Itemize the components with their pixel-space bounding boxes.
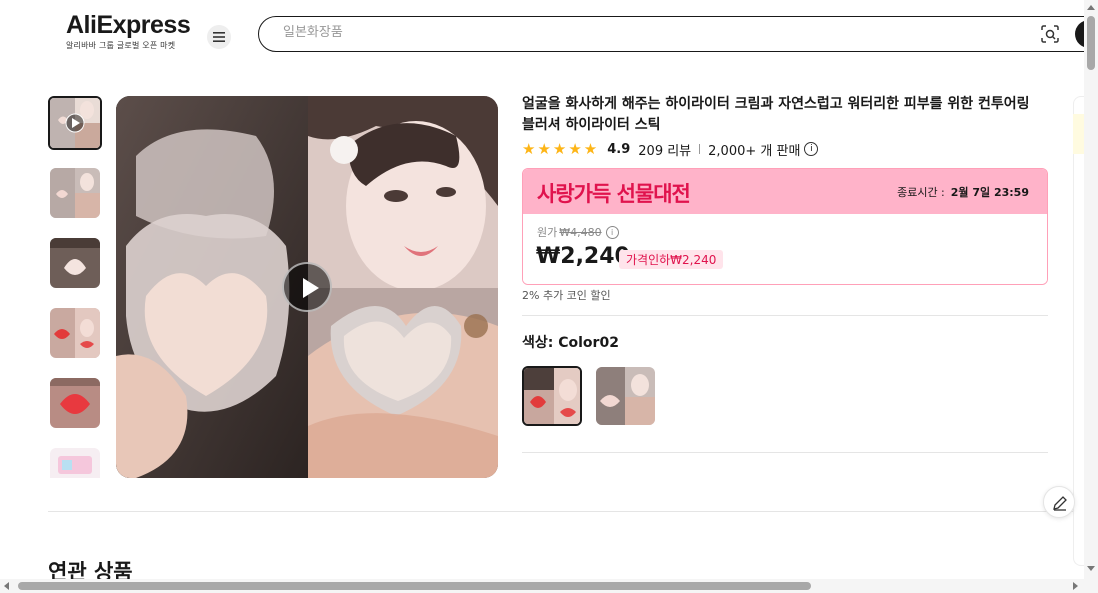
promo-end-label: 종료시간 : [897, 186, 945, 199]
divider [48, 511, 1074, 512]
thumbnail-image-3[interactable] [50, 238, 100, 288]
discount-badge: 가격인하₩2,240 [619, 250, 724, 269]
swatch-image [524, 368, 580, 424]
thumbnail-image [50, 308, 100, 358]
rating-value: 4.9 [607, 141, 631, 157]
coin-discount-text: 2% 추가 코인 할인 [522, 289, 611, 302]
logo-tagline: 알리바바 그룹 글로벌 오픈 마켓 [66, 41, 176, 50]
original-price: ₩4,480 [559, 225, 602, 239]
scroll-left-arrow[interactable] [4, 582, 9, 590]
promo-banner: 사랑가득 선물대전 종료시간 : 2월 7일 23:59 [523, 169, 1047, 214]
original-price-label: 원가 [537, 226, 558, 239]
color-swatch[interactable] [596, 367, 655, 425]
color-option-label: 색상: Color02 [522, 335, 619, 351]
play-video-button[interactable] [282, 262, 332, 312]
aliexpress-logo[interactable]: AliExpress 알리바바 그룹 글로벌 오픈 마켓 [66, 11, 191, 51]
scrollbar-thumb[interactable] [18, 582, 811, 590]
thumbnail-image-6[interactable] [50, 448, 100, 478]
scroll-right-arrow[interactable] [1073, 582, 1078, 590]
star-rating-icon: ★★★★★ [522, 140, 600, 158]
thumbnail-image [50, 448, 100, 478]
rating-row: ★★★★★ 4.9 209 리뷰 2,000+ 개 판매 i [522, 140, 819, 159]
divider [699, 144, 701, 154]
site-header: AliExpress 알리바바 그룹 글로벌 오픈 마켓 [0, 0, 1098, 70]
promo-price-box: 사랑가득 선물대전 종료시간 : 2월 7일 23:59 원가 ₩4,480 i … [522, 168, 1048, 285]
sold-count: 2,000+ 개 판매 [708, 143, 801, 159]
main-product-image[interactable] [116, 96, 498, 478]
thumbnail-image-5[interactable] [50, 378, 100, 428]
color-swatch-selected[interactable] [522, 366, 582, 426]
price-section: 원가 ₩4,480 i ₩2,240 가격인하₩2,240 [523, 214, 1047, 284]
hamburger-icon [213, 32, 225, 42]
scroll-up-arrow[interactable] [1087, 5, 1095, 10]
horizontal-scrollbar[interactable] [0, 579, 1084, 593]
vertical-scrollbar[interactable] [1084, 0, 1098, 593]
original-price-row: 원가 ₩4,480 i [537, 224, 619, 240]
thumbnail-image [50, 98, 100, 148]
scroll-down-arrow[interactable] [1087, 566, 1095, 571]
swatch-image [596, 367, 655, 425]
info-icon[interactable]: i [605, 225, 619, 239]
promo-end-time: 종료시간 : 2월 7일 23:59 [897, 184, 1029, 200]
thumbnail-image [50, 168, 100, 218]
thumbnail-image [50, 238, 100, 288]
thumbnail-video[interactable] [48, 96, 102, 150]
promo-title: 사랑가득 선물대전 [537, 181, 691, 206]
product-title: 얼굴을 화사하게 해주는 하이라이터 크림과 자연스럽고 워터리한 피부를 위한… [522, 96, 1030, 133]
info-icon[interactable]: i [804, 142, 819, 156]
search-bar [258, 16, 1098, 52]
divider [522, 452, 1048, 453]
thumbnail-image-2[interactable] [50, 168, 100, 218]
thumbnail-image-4[interactable] [50, 308, 100, 358]
pencil-icon [1053, 496, 1067, 511]
thumbnail-image [50, 378, 100, 428]
image-search-icon[interactable] [1041, 25, 1059, 43]
search-input[interactable] [283, 25, 983, 40]
sale-price: ₩2,240 [536, 244, 630, 269]
scrollbar-thumb[interactable] [1087, 16, 1095, 70]
logo-text: AliExpress [66, 11, 191, 39]
thumbnail-list [48, 96, 104, 478]
divider [522, 315, 1048, 316]
side-panel-highlight [1073, 114, 1084, 154]
review-count-link[interactable]: 209 리뷰 [638, 140, 691, 159]
hamburger-menu-button[interactable] [207, 25, 231, 49]
edit-button[interactable] [1043, 486, 1075, 518]
promo-end-value: 2월 7일 23:59 [950, 186, 1029, 199]
